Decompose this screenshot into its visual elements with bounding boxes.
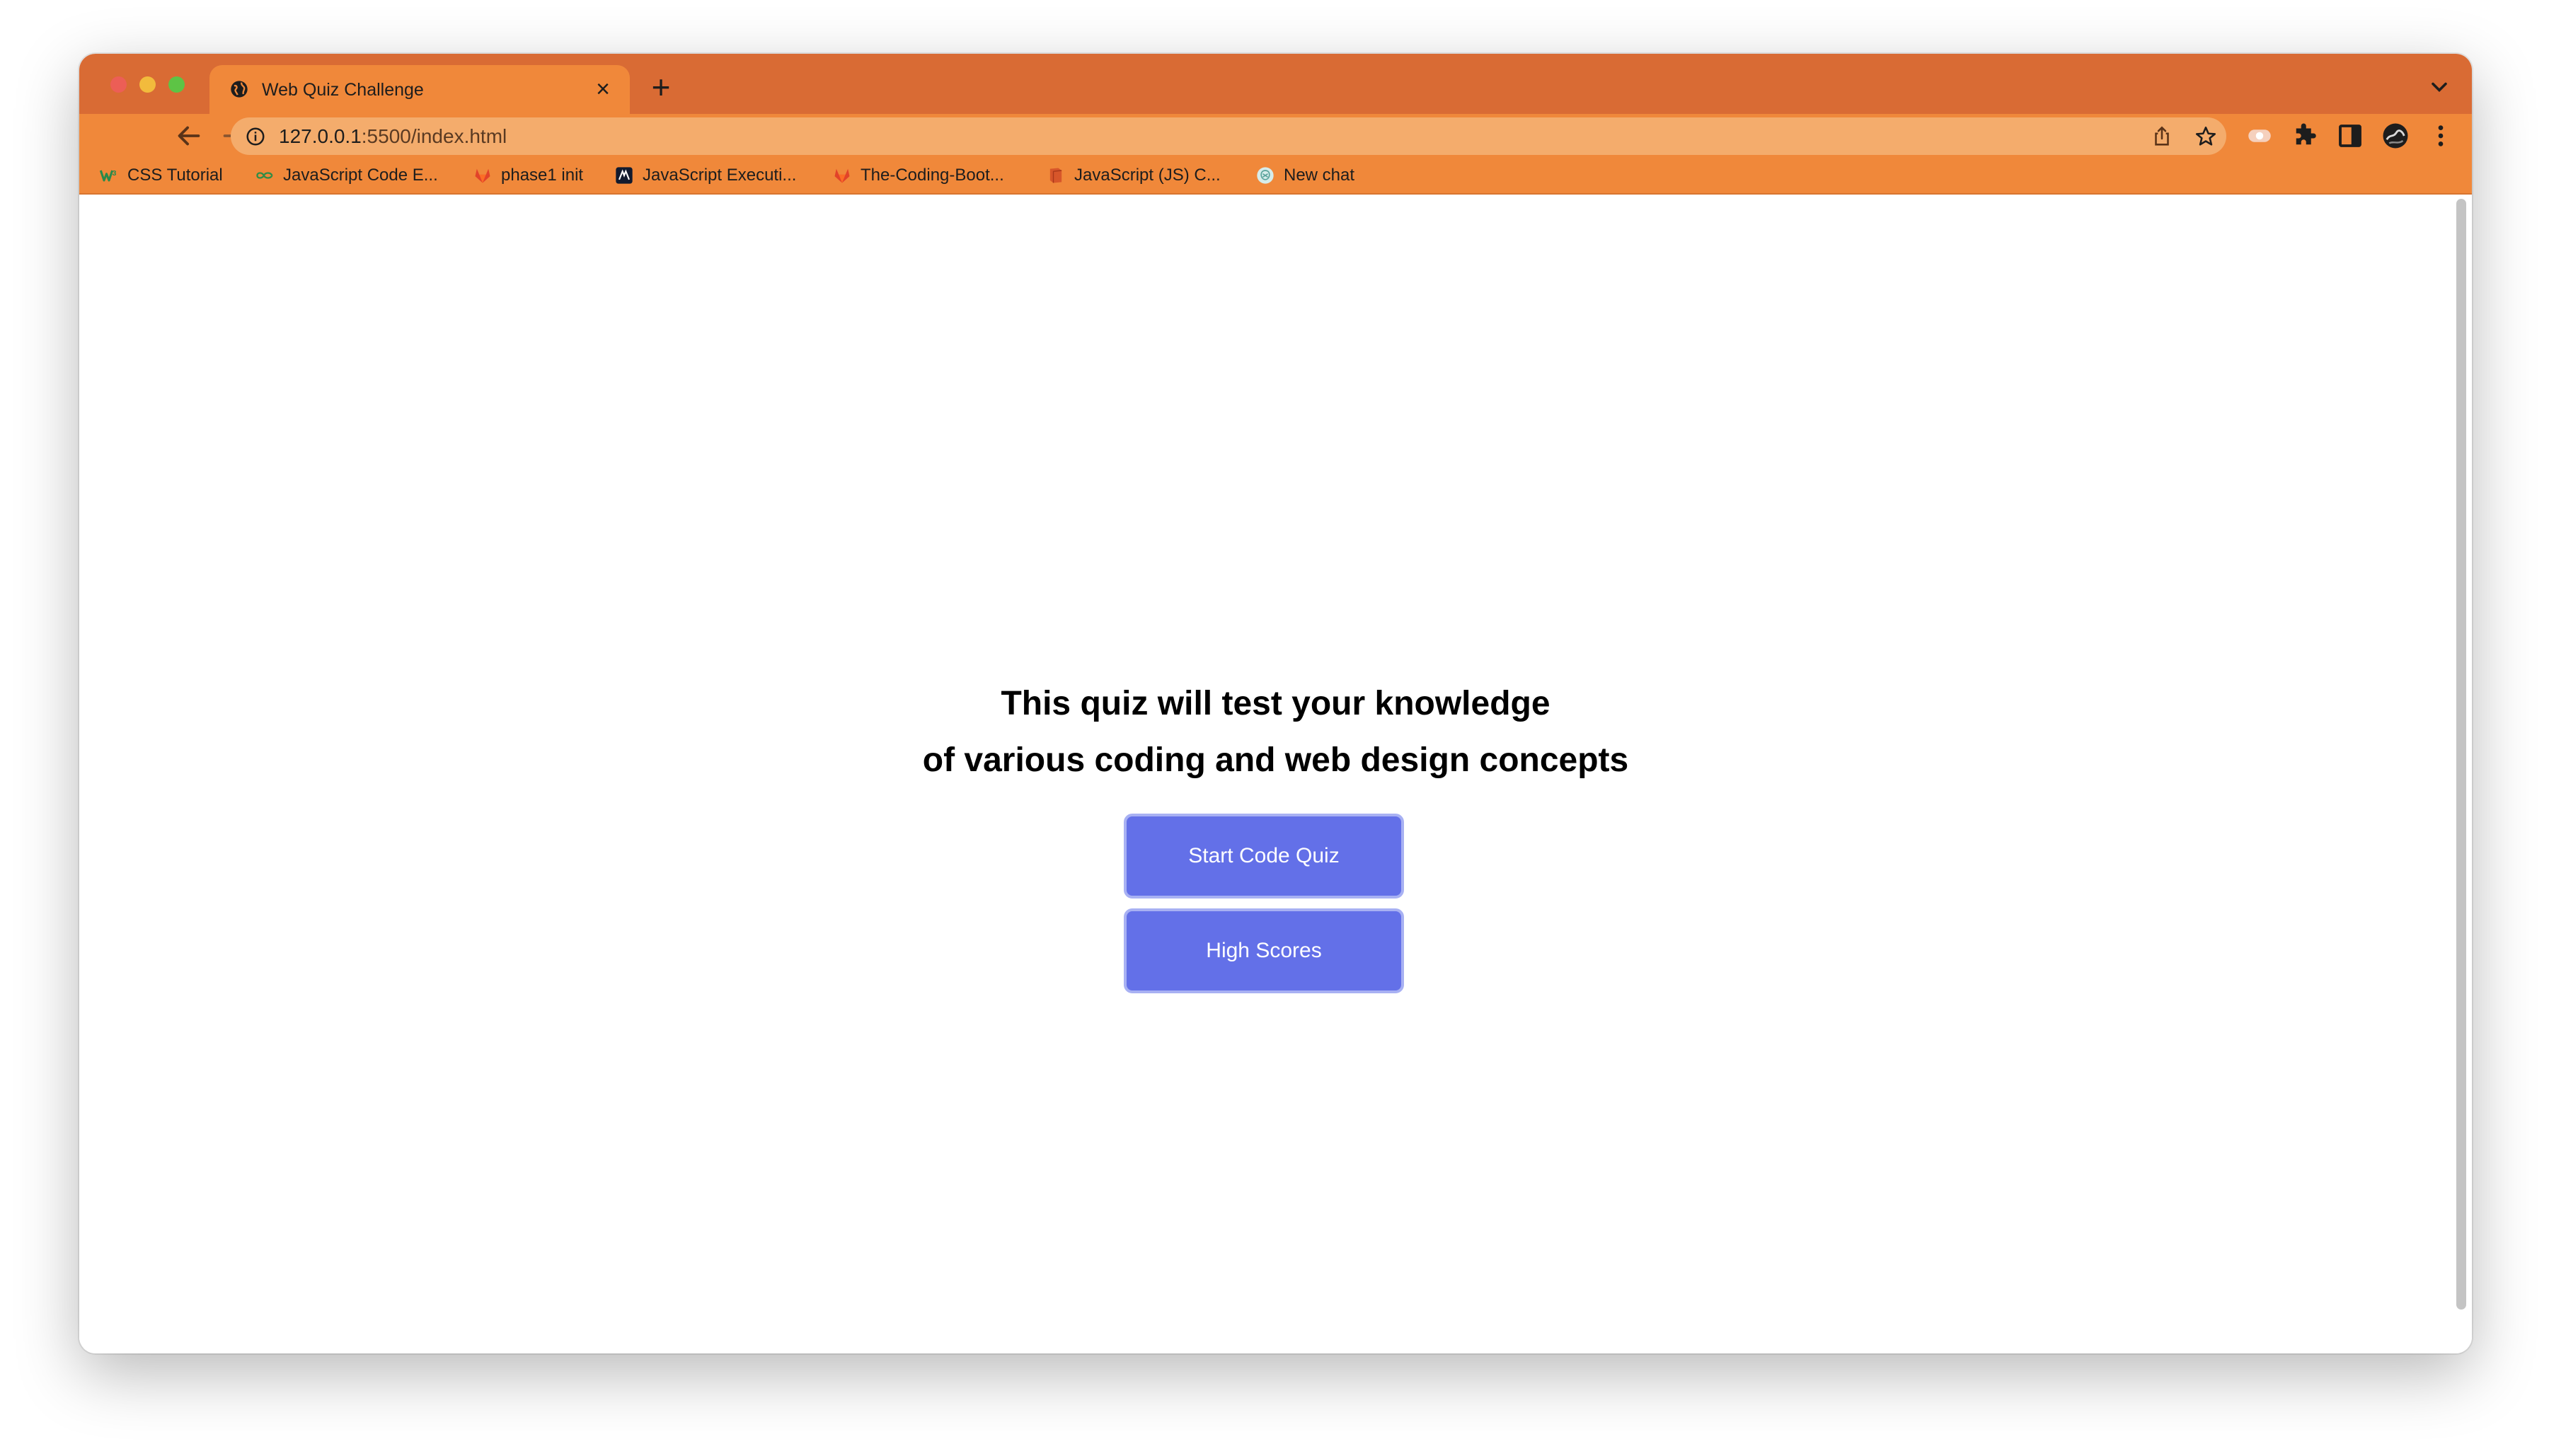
info-icon[interactable]: [245, 126, 266, 147]
bookmark-star-icon[interactable]: [2194, 125, 2218, 149]
high-scores-button[interactable]: High Scores: [1124, 908, 1404, 993]
minimize-window-button[interactable]: [139, 76, 156, 93]
bookmark-label: JavaScript Code E...: [283, 166, 438, 185]
extension-record-icon[interactable]: [2245, 121, 2274, 151]
tab-close-icon[interactable]: ×: [589, 75, 617, 103]
book-icon: [1049, 168, 1062, 183]
new-tab-button[interactable]: +: [644, 71, 678, 105]
bookmark-label: CSS Tutorial: [127, 166, 223, 185]
maximize-window-button[interactable]: [168, 76, 185, 93]
bookmark-label: New chat: [1284, 166, 1355, 185]
browser-window: Web Quiz Challenge × + 127.0.0.1:5500/in…: [79, 54, 2472, 1353]
intro-heading-line1: This quiz will test your knowledge: [1001, 685, 1550, 722]
bookmark-new-chat[interactable]: New chat: [1255, 163, 1354, 187]
gitlab-icon: [475, 168, 490, 183]
bookmark-javascript-execution[interactable]: JavaScript Executi...: [614, 163, 796, 187]
bookmark-label: phase1 init: [501, 166, 584, 185]
back-icon[interactable]: [173, 120, 205, 152]
url-text[interactable]: 127.0.0.1:5500/index.html: [279, 126, 507, 147]
bookmark-label: JavaScript Executi...: [643, 166, 797, 185]
bookmark-css-tutorial[interactable]: 3 CSS Tutorial: [99, 163, 223, 187]
vertical-scrollbar[interactable]: [2456, 199, 2466, 1310]
w3schools-icon: 3: [99, 169, 117, 182]
bookmark-javascript-js[interactable]: JavaScript (JS) C...: [1046, 163, 1221, 187]
more-menu-icon[interactable]: [2426, 121, 2456, 151]
bookmark-label: The-Coding-Boot...: [861, 166, 1004, 185]
address-bar[interactable]: 127.0.0.1:5500/index.html: [231, 117, 2226, 155]
bookmark-javascript-code[interactable]: JavaScript Code E...: [255, 163, 438, 187]
intro-heading: This quiz will test your knowledge of va…: [79, 676, 2472, 789]
close-window-button[interactable]: [110, 76, 127, 93]
bookmark-label: JavaScript (JS) C...: [1074, 166, 1221, 185]
svg-text:3: 3: [113, 169, 117, 178]
start-quiz-button[interactable]: Start Code Quiz: [1124, 814, 1404, 899]
sidepanel-icon[interactable]: [2335, 121, 2365, 151]
geeksforgeeks-icon: [256, 172, 273, 179]
bookmarks-bar: 3 CSS Tutorial JavaScript Code E... phas…: [79, 158, 2472, 195]
browser-toolbar: 127.0.0.1:5500/index.html: [79, 114, 2472, 158]
profile-avatar[interactable]: [2381, 121, 2410, 151]
bookmark-coding-bootcamp[interactable]: The-Coding-Boot...: [832, 163, 1004, 187]
intro-heading-line2: of various coding and web design concept…: [922, 741, 1629, 779]
share-icon[interactable]: [2150, 125, 2174, 149]
active-tab[interactable]: Web Quiz Challenge ×: [209, 65, 630, 114]
medium-icon: [616, 167, 633, 184]
tab-strip: Web Quiz Challenge × +: [79, 54, 2472, 114]
url-host: 127.0.0.1: [279, 125, 362, 147]
url-path: :5500/index.html: [361, 125, 507, 147]
chatgpt-icon: [1257, 167, 1274, 184]
tab-title: Web Quiz Challenge: [262, 80, 424, 100]
bookmark-phase1-init[interactable]: phase1 init: [473, 163, 583, 187]
tab-search-chevron-icon[interactable]: [2427, 76, 2452, 98]
globe-icon: [231, 81, 248, 98]
page-content: This quiz will test your knowledge of va…: [79, 195, 2472, 1353]
puzzle-icon[interactable]: [2290, 121, 2320, 151]
gitlab-icon: [834, 168, 850, 183]
